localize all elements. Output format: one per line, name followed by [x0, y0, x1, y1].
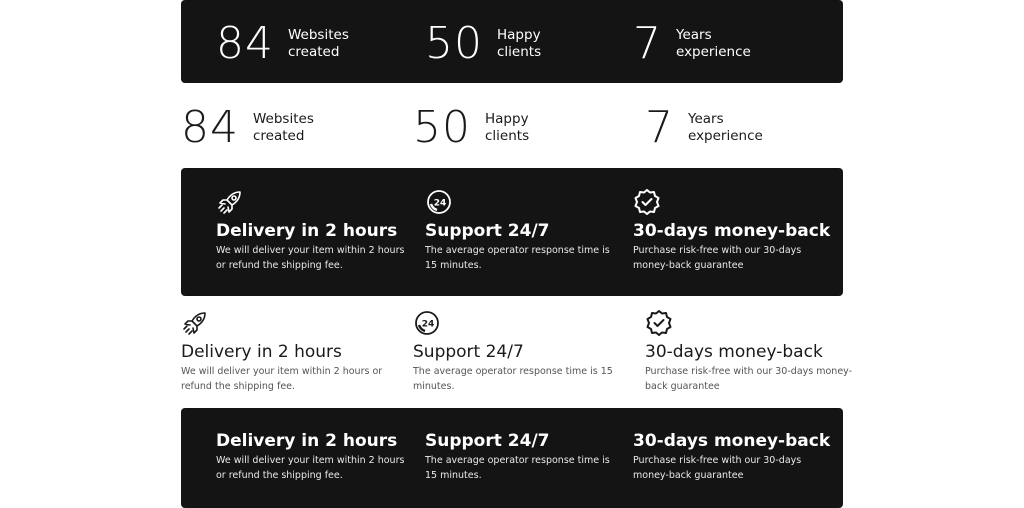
- support-24-icon: 24: [427, 190, 451, 214]
- feature-title: Delivery in 2 hours: [181, 342, 342, 362]
- stat-websites: 84 Websites created: [216, 22, 368, 66]
- feature-description: The average operator response time is 15…: [413, 365, 613, 394]
- stat-clients: 50 Happy clients: [425, 22, 577, 66]
- feature-support: Support 24/7 The average operator respon…: [425, 430, 610, 483]
- feature-description-line: money-back guarantee: [633, 469, 744, 481]
- feature-description-line: We will deliver your item within 2 hours: [216, 245, 405, 256]
- stat-label-line: Happy: [485, 111, 529, 127]
- features-section-dark: Delivery in 2 hours We will deliver your…: [181, 168, 843, 296]
- stat-label-line: created: [253, 128, 305, 144]
- feature-description: The average operator response time is 15…: [425, 454, 610, 483]
- stat-label-line: Websites: [253, 111, 314, 127]
- feature-description-line: 15 minutes.: [425, 469, 482, 481]
- stats-section-light: 84 Websites created 50 Happy clients 7 Y…: [181, 98, 843, 154]
- badge-check-icon: [646, 310, 672, 336]
- svg-text:24: 24: [422, 320, 435, 330]
- feature-description-line: 15 minutes.: [425, 259, 482, 271]
- stat-label: Happy clients: [485, 111, 565, 145]
- feature-description: We will deliver your item within 2 hours…: [216, 244, 404, 273]
- feature-money-back: 30-days money-back Purchase risk-free wi…: [633, 188, 830, 273]
- stat-label: Websites created: [253, 111, 333, 145]
- feature-description: Purchase risk-free with our 30-days mone…: [645, 365, 852, 394]
- feature-description: Purchase risk-free with our 30-days mone…: [633, 244, 830, 273]
- feature-title: 30-days money-back: [633, 221, 831, 241]
- feature-description-line: Purchase risk-free with our 30-days mone…: [645, 366, 853, 377]
- feature-delivery: Delivery in 2 hours We will deliver your…: [216, 188, 404, 273]
- features-section-dark-no-icons: Delivery in 2 hours We will deliver your…: [181, 408, 843, 508]
- stat-number: 84: [216, 18, 274, 69]
- feature-description-line: or refund the shipping fee.: [216, 259, 343, 271]
- feature-description: We will deliver your item within 2 hours…: [181, 365, 382, 394]
- feature-description: Purchase risk-free with our 30-days mone…: [633, 454, 830, 483]
- stat-number: 84: [181, 102, 239, 153]
- stat-clients: 50 Happy clients: [413, 106, 565, 150]
- stat-label: Years experience: [688, 111, 768, 145]
- feature-description-line: The average operator response time is: [425, 455, 610, 466]
- feature-title: Support 24/7: [413, 342, 524, 362]
- stat-label-line: Years: [676, 27, 712, 43]
- feature-description-line: refund the shipping fee.: [181, 380, 296, 392]
- stat-label-line: experience: [676, 44, 751, 60]
- feature-description-line: or refund the shipping fee.: [216, 469, 343, 481]
- rocket-icon: [183, 312, 206, 335]
- feature-money-back: 30-days money-back Purchase risk-free wi…: [633, 430, 830, 483]
- stat-number: 50: [413, 102, 471, 153]
- stat-number: 7: [633, 18, 662, 69]
- stat-experience: 7 Years experience: [645, 106, 768, 150]
- feature-description-line: Purchase risk-free with our 30-days: [633, 245, 802, 256]
- stat-label-line: Websites: [288, 27, 349, 43]
- feature-description-line: back guarantee: [645, 380, 720, 392]
- stat-label-line: Years: [688, 111, 724, 127]
- feature-support: 24 Support 24/7 The average operator res…: [413, 309, 613, 394]
- feature-description: We will deliver your item within 2 hours…: [216, 454, 404, 483]
- stat-label: Websites created: [288, 27, 368, 61]
- stat-number: 7: [645, 102, 674, 153]
- support-24-icon: 24: [415, 311, 439, 335]
- stat-number: 50: [425, 18, 483, 69]
- stat-label-line: created: [288, 44, 340, 60]
- feature-description-line: We will deliver your item within 2 hours…: [181, 366, 383, 377]
- badge-check-icon: [634, 189, 660, 215]
- stat-label: Happy clients: [497, 27, 577, 61]
- feature-title: Support 24/7: [425, 221, 550, 241]
- feature-title: Delivery in 2 hours: [216, 431, 398, 451]
- stat-websites: 84 Websites created: [181, 106, 333, 150]
- svg-text:24: 24: [434, 199, 447, 209]
- stat-label-line: clients: [497, 44, 542, 60]
- feature-description-line: The average operator response time is 15: [413, 366, 613, 377]
- stat-label-line: experience: [688, 128, 763, 144]
- stat-experience: 7 Years experience: [633, 22, 756, 66]
- feature-description-line: Purchase risk-free with our 30-days: [633, 455, 802, 466]
- features-section-light: Delivery in 2 hours We will deliver your…: [181, 305, 852, 400]
- feature-title: Delivery in 2 hours: [216, 221, 398, 241]
- feature-delivery: Delivery in 2 hours We will deliver your…: [216, 430, 404, 483]
- feature-title: 30-days money-back: [633, 431, 831, 451]
- feature-description-line: money-back guarantee: [633, 259, 744, 271]
- stat-label: Years experience: [676, 27, 756, 61]
- feature-delivery: Delivery in 2 hours We will deliver your…: [181, 309, 382, 394]
- feature-title: 30-days money-back: [645, 342, 823, 362]
- stat-label-line: clients: [485, 128, 530, 144]
- feature-money-back: 30-days money-back Purchase risk-free wi…: [645, 309, 852, 394]
- feature-description-line: minutes.: [413, 380, 455, 392]
- feature-support: 24 Support 24/7 The average operator res…: [425, 188, 610, 273]
- feature-description-line: The average operator response time is: [425, 245, 610, 256]
- feature-title: Support 24/7: [425, 431, 550, 451]
- stat-label-line: Happy: [497, 27, 541, 43]
- feature-description: The average operator response time is 15…: [425, 244, 610, 273]
- feature-description-line: We will deliver your item within 2 hours: [216, 455, 405, 466]
- stats-section-dark: 84 Websites created 50 Happy clients 7 Y…: [181, 0, 843, 83]
- rocket-icon: [218, 191, 241, 214]
